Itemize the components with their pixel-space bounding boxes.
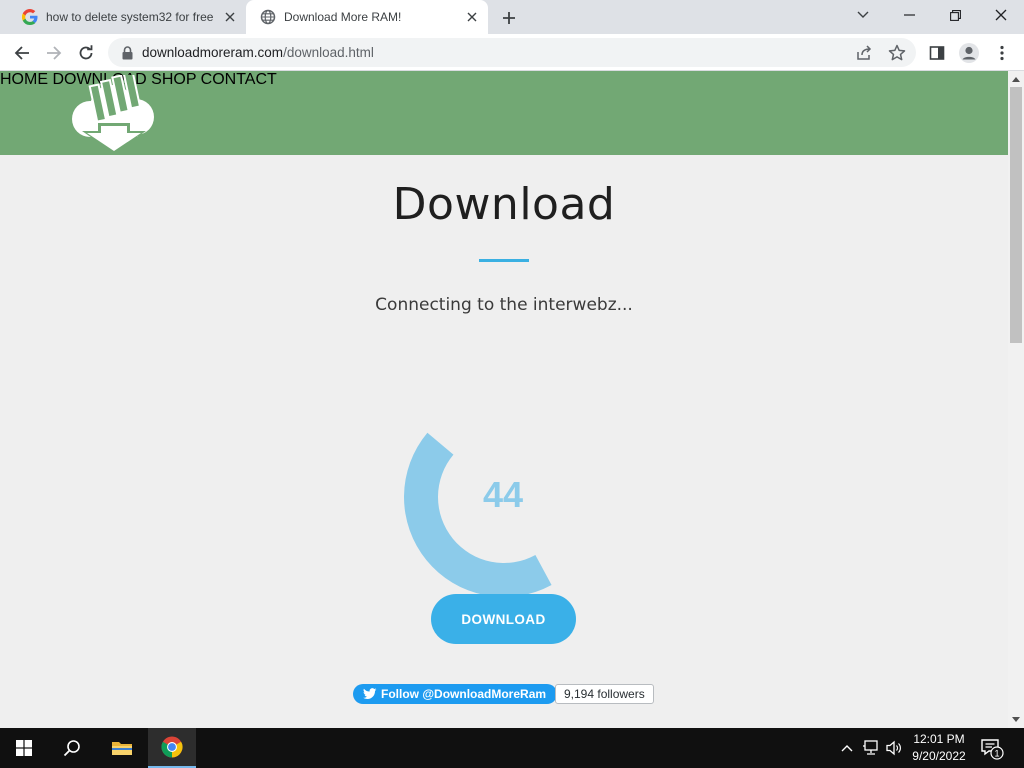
- side-panel-icon: [929, 46, 945, 60]
- chrome-icon: [161, 736, 183, 758]
- notification-count: 1: [994, 749, 999, 759]
- scroll-up-arrow[interactable]: [1008, 73, 1024, 85]
- page-scrollbar[interactable]: [1008, 71, 1024, 728]
- arrow-right-icon: [47, 46, 62, 60]
- twitter-follow-button[interactable]: Follow @DownloadMoreRam: [353, 684, 558, 704]
- restore-icon: [949, 9, 961, 21]
- kebab-menu-icon: [1000, 45, 1004, 61]
- side-panel-button[interactable]: [923, 39, 951, 67]
- plus-icon: [503, 12, 515, 24]
- scroll-down-arrow[interactable]: [1008, 713, 1024, 725]
- reload-button[interactable]: [72, 39, 100, 67]
- lock-icon[interactable]: [120, 45, 134, 61]
- tab-download-more-ram[interactable]: Download More RAM!: [246, 0, 488, 34]
- notification-icon: 1: [981, 739, 1004, 760]
- download-cloud-ram-icon: [72, 71, 154, 153]
- twitter-bird-icon: [363, 688, 377, 700]
- nav-contact[interactable]: CONTACT: [201, 71, 277, 88]
- share-icon[interactable]: [855, 44, 873, 62]
- address-bar[interactable]: downloadmoreram.com/download.html: [108, 38, 916, 67]
- browser-menu-button[interactable]: [988, 39, 1016, 67]
- title-underline: [479, 259, 529, 262]
- volume-icon[interactable]: [885, 739, 903, 757]
- forward-button[interactable]: [40, 39, 68, 67]
- progress-gauge: 44: [404, 432, 552, 597]
- network-icon[interactable]: [862, 739, 880, 757]
- profile-button[interactable]: [955, 39, 983, 67]
- site-logo[interactable]: [68, 71, 160, 153]
- browser-toolbar: downloadmoreram.com/download.html: [0, 34, 1024, 71]
- download-button[interactable]: DOWNLOAD: [431, 594, 576, 644]
- globe-icon: [260, 9, 276, 25]
- tab-google-search[interactable]: how to delete system32 for free: [8, 0, 246, 34]
- file-explorer-button[interactable]: [98, 728, 146, 768]
- chrome-taskbar-button[interactable]: [148, 728, 196, 768]
- tab-search-button[interactable]: [840, 0, 886, 30]
- tab-title: Download More RAM!: [284, 10, 402, 24]
- twitter-follow-label: Follow @DownloadMoreRam: [381, 687, 547, 701]
- twitter-follower-count[interactable]: 9,194 followers: [555, 684, 654, 704]
- status-text: Connecting to the interwebz...: [375, 295, 633, 315]
- show-hidden-icons-chevron[interactable]: [838, 739, 856, 757]
- action-center-button[interactable]: 1: [980, 738, 1004, 760]
- chevron-down-icon: [857, 11, 869, 18]
- close-window-button[interactable]: [978, 0, 1024, 30]
- windows-logo-icon: [16, 740, 32, 756]
- tab-title: how to delete system32 for free: [46, 10, 214, 24]
- scroll-thumb[interactable]: [1010, 87, 1022, 343]
- arrow-left-icon: [14, 46, 29, 60]
- progress-arc: [404, 432, 552, 597]
- tab-strip: how to delete system32 for free Download…: [0, 0, 1024, 34]
- url-text[interactable]: downloadmoreram.com/download.html: [142, 45, 374, 60]
- nav-home[interactable]: HOME: [0, 71, 48, 88]
- close-tab-icon[interactable]: [464, 9, 480, 25]
- reload-icon: [79, 45, 93, 60]
- url-path: /download.html: [283, 45, 374, 60]
- page-title: Download: [392, 179, 616, 230]
- start-button[interactable]: [0, 728, 48, 768]
- windows-taskbar: 12:01 PM 9/20/2022 1: [0, 728, 1024, 768]
- new-tab-button[interactable]: [498, 7, 520, 29]
- url-host: downloadmoreram.com: [142, 45, 284, 60]
- back-button[interactable]: [8, 39, 36, 67]
- clock-time: 12:01 PM: [913, 732, 965, 746]
- bookmark-star-icon[interactable]: [887, 43, 907, 63]
- close-tab-icon[interactable]: [222, 9, 238, 25]
- progress-value: 44: [483, 474, 523, 515]
- clock-date: 9/20/2022: [912, 749, 966, 763]
- site-header: HOME DOWNLOAD SHOP CONTACT: [0, 71, 1008, 155]
- avatar-icon: [959, 43, 979, 63]
- folder-icon: [112, 742, 132, 755]
- system-clock[interactable]: 12:01 PM 9/20/2022: [902, 731, 976, 765]
- minimize-button[interactable]: [886, 0, 932, 30]
- google-g-icon: [22, 9, 38, 25]
- web-page: HOME DOWNLOAD SHOP CONTACT Download Conn…: [0, 71, 1008, 728]
- close-icon: [995, 9, 1007, 21]
- restore-button[interactable]: [932, 0, 978, 30]
- search-button[interactable]: [48, 728, 96, 768]
- minimize-icon: [903, 14, 915, 16]
- search-icon: [63, 740, 80, 757]
